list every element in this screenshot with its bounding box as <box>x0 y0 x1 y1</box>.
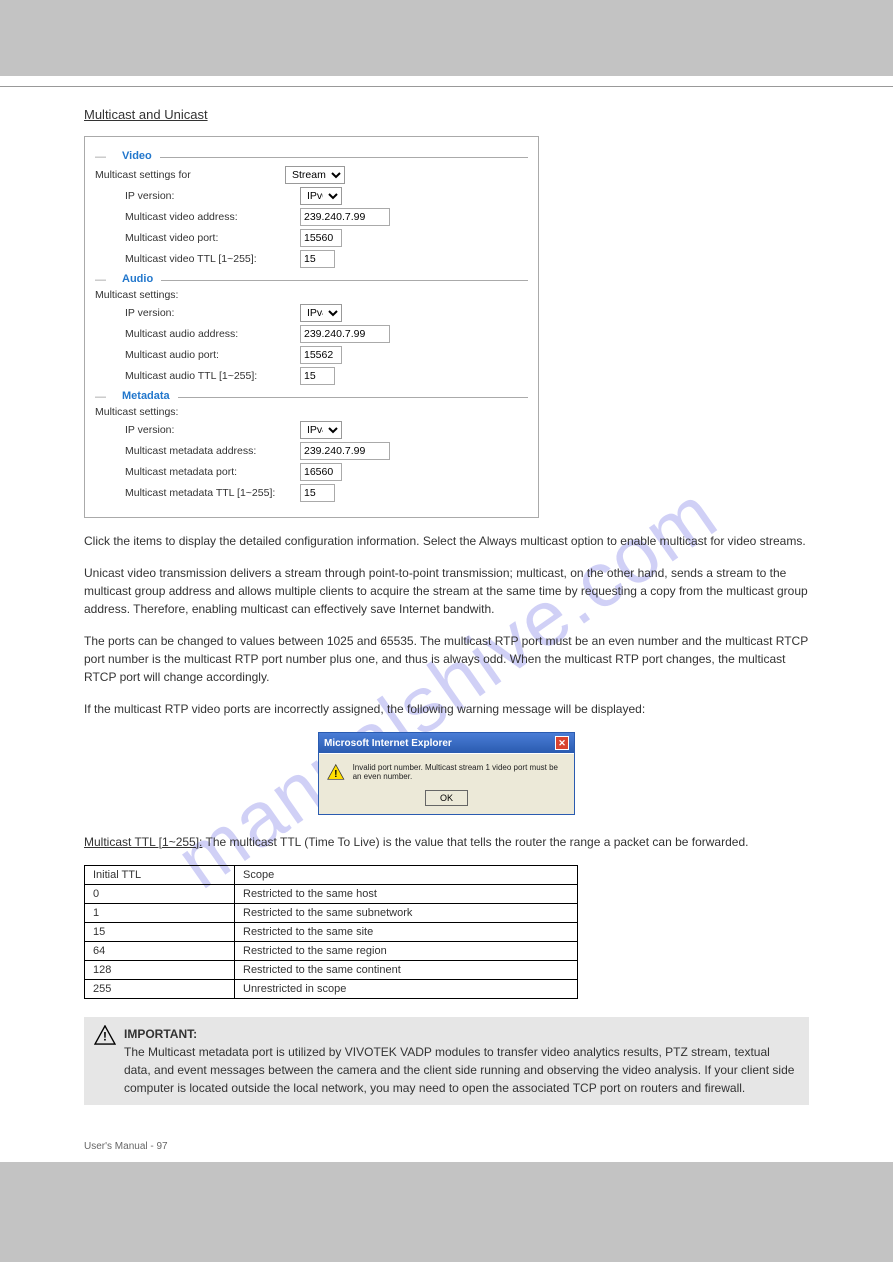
video-legend: Video <box>118 150 156 162</box>
metadata-addr-label: Multicast metadata address: <box>125 445 300 457</box>
table-row: 255Unrestricted in scope <box>85 980 578 999</box>
svg-text:!: ! <box>334 769 337 780</box>
table-cell: Scope <box>235 866 578 885</box>
section-heading: Multicast and Unicast <box>84 107 809 124</box>
audio-port-input[interactable] <box>300 346 342 364</box>
warning-icon: ! <box>327 762 345 782</box>
warning-icon: ! <box>94 1025 116 1045</box>
table-cell: Restricted to the same subnetwork <box>235 904 578 923</box>
table-cell: Unrestricted in scope <box>235 980 578 999</box>
video-ipver-label: IP version: <box>125 190 300 202</box>
header-divider <box>0 86 893 87</box>
table-row: Initial TTLScope <box>85 866 578 885</box>
dialog-message: Invalid port number. Multicast stream 1 … <box>353 763 566 781</box>
audio-ipver-label: IP version: <box>125 307 300 319</box>
top-banner <box>0 0 893 76</box>
metadata-port-label: Multicast metadata port: <box>125 466 300 478</box>
svg-text:!: ! <box>103 1029 107 1043</box>
metadata-ttl-label: Multicast metadata TTL [1~255]: <box>125 487 300 499</box>
warning-dialog: Microsoft Internet Explorer ✕ ! Invalid … <box>318 732 575 815</box>
stream-select[interactable]: Stream 1 <box>285 166 345 184</box>
table-cell: 64 <box>85 942 235 961</box>
paragraph-3: The ports can be changed to values betwe… <box>84 632 809 686</box>
audio-ipver-select[interactable]: IPv4 <box>300 304 342 322</box>
paragraph-4: If the multicast RTP video ports are inc… <box>84 700 809 718</box>
table-cell: Restricted to the same region <box>235 942 578 961</box>
table-cell: Restricted to the same continent <box>235 961 578 980</box>
audio-addr-label: Multicast audio address: <box>125 328 300 340</box>
audio-addr-input[interactable] <box>300 325 390 343</box>
metadata-settings-label: Multicast settings: <box>95 406 285 418</box>
audio-settings-label: Multicast settings: <box>95 289 285 301</box>
close-icon[interactable]: ✕ <box>555 736 569 750</box>
metadata-addr-input[interactable] <box>300 442 390 460</box>
metadata-port-input[interactable] <box>300 463 342 481</box>
table-row: 128Restricted to the same continent <box>85 961 578 980</box>
video-ttl-input[interactable] <box>300 250 335 268</box>
video-addr-input[interactable] <box>300 208 390 226</box>
table-row: 0Restricted to the same host <box>85 885 578 904</box>
table-cell: 15 <box>85 923 235 942</box>
metadata-legend: Metadata <box>118 390 174 402</box>
video-addr-label: Multicast video address: <box>125 211 300 223</box>
ok-button[interactable]: OK <box>425 790 468 806</box>
table-cell: 128 <box>85 961 235 980</box>
metadata-ipver-label: IP version: <box>125 424 300 436</box>
table-cell: Initial TTL <box>85 866 235 885</box>
table-cell: 255 <box>85 980 235 999</box>
metadata-ttl-input[interactable] <box>300 484 335 502</box>
paragraph-2: Unicast video transmission delivers a st… <box>84 564 809 618</box>
dialog-title: Microsoft Internet Explorer <box>324 738 452 749</box>
ttl-heading: Multicast TTL [1~255]: The multicast TTL… <box>84 833 809 851</box>
video-settings-for-label: Multicast settings for <box>95 169 285 181</box>
bottom-banner <box>0 1162 893 1262</box>
video-port-label: Multicast video port: <box>125 232 300 244</box>
collapse-icon: — <box>95 151 106 163</box>
ttl-table: Initial TTLScope0Restricted to the same … <box>84 865 578 999</box>
table-row: 15Restricted to the same site <box>85 923 578 942</box>
video-ipver-select[interactable]: IPv6 <box>300 187 342 205</box>
important-box: ! IMPORTANT: The Multicast metadata port… <box>84 1017 809 1105</box>
collapse-icon: — <box>95 391 106 403</box>
dialog-titlebar: Microsoft Internet Explorer ✕ <box>319 733 574 753</box>
collapse-icon: — <box>95 274 106 286</box>
audio-header: — Audio <box>95 274 528 286</box>
table-row: 1Restricted to the same subnetwork <box>85 904 578 923</box>
metadata-header: — Metadata <box>95 391 528 403</box>
page-footer: User's Manual - 97 <box>84 1141 809 1162</box>
audio-port-label: Multicast audio port: <box>125 349 300 361</box>
audio-ttl-input[interactable] <box>300 367 335 385</box>
config-panel: — Video Multicast settings for Stream 1 … <box>84 136 539 518</box>
table-row: 64Restricted to the same region <box>85 942 578 961</box>
video-header: — Video <box>95 151 528 163</box>
important-text: The Multicast metadata port is utilized … <box>124 1043 799 1097</box>
table-cell: Restricted to the same host <box>235 885 578 904</box>
important-label: IMPORTANT: <box>124 1027 197 1041</box>
table-cell: Restricted to the same site <box>235 923 578 942</box>
audio-ttl-label: Multicast audio TTL [1~255]: <box>125 370 300 382</box>
video-port-input[interactable] <box>300 229 342 247</box>
audio-legend: Audio <box>118 273 157 285</box>
metadata-ipver-select[interactable]: IPv4 <box>300 421 342 439</box>
paragraph-1: Click the items to display the detailed … <box>84 532 809 550</box>
video-ttl-label: Multicast video TTL [1~255]: <box>125 253 300 265</box>
table-cell: 1 <box>85 904 235 923</box>
table-cell: 0 <box>85 885 235 904</box>
